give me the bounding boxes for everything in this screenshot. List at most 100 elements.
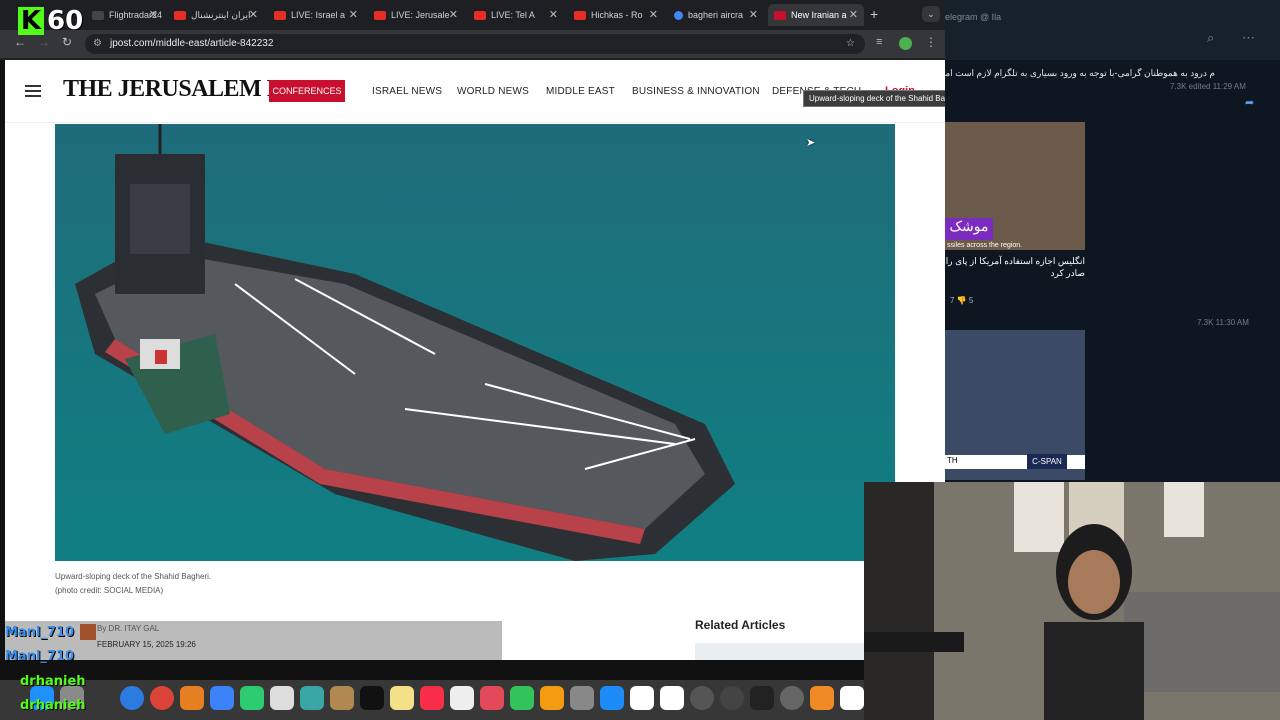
tab-live-jerusalem[interactable]: LIVE: Jerusale ✕ [368, 4, 464, 26]
profile-avatar[interactable] [899, 37, 912, 50]
app-store-icon[interactable] [600, 686, 624, 710]
aircraft-carrier-photo [55, 124, 895, 561]
article-page: THE JERUSALEM POST CONFERENCES ISRAEL NE… [5, 60, 945, 660]
youtube-icon [474, 10, 486, 20]
mainstage-icon[interactable] [720, 686, 744, 710]
kick-overlay: K 60 [18, 6, 90, 36]
nav-business-innovation[interactable]: BUSINESS & INNOVATION [632, 86, 760, 97]
youtube-icon [574, 10, 586, 20]
url-text: jpost.com/middle-east/article-842232 [110, 38, 274, 49]
author-name[interactable]: By DR. ITAY GAL [97, 621, 196, 637]
photos-icon[interactable] [180, 686, 204, 710]
address-bar: ← → ↻ ⚙ jpost.com/middle-east/article-84… [0, 30, 945, 58]
tab-hichkas[interactable]: Hichkas - Ro ✕ [568, 4, 664, 26]
cspan-logo: C-SPAN [1027, 454, 1067, 469]
chat-username: drhanieh [20, 698, 86, 713]
photo-credit: (photo credit: SOCIAL MEDIA) [55, 586, 164, 595]
close-tab-icon[interactable]: ✕ [749, 8, 758, 21]
tab-live-tel-aviv[interactable]: LIVE: Tel A ✕ [468, 4, 564, 26]
maps-icon[interactable] [300, 686, 324, 710]
related-article-card[interactable] [695, 643, 864, 660]
fl-studio-icon[interactable] [810, 686, 834, 710]
notion-calendar-icon[interactable] [660, 686, 684, 710]
mail-icon[interactable] [210, 686, 234, 710]
url-input[interactable]: ⚙ jpost.com/middle-east/article-842232 ☆ [85, 34, 865, 54]
google-icon [674, 10, 683, 20]
channel-title: elegram @ Ila [945, 12, 1002, 22]
capcut-icon[interactable] [840, 686, 864, 710]
close-tab-icon[interactable]: ✕ [449, 8, 458, 21]
reload-icon[interactable]: ↻ [62, 35, 72, 49]
chat-username: Manl_710 [5, 625, 75, 640]
mouse-cursor-icon: ➤ [806, 137, 816, 149]
bookmark-star-icon[interactable]: ☆ [846, 34, 855, 54]
message-meta: 7.3K 11:30 AM [1197, 318, 1249, 327]
youtube-icon [174, 10, 186, 20]
tab-jpost-active[interactable]: New Iranian a ✕ [768, 4, 864, 26]
telegram-panel: elegram @ Ila ⌕ ⋯ م درود به هموطنان گرام… [945, 0, 1280, 482]
youtube-icon [374, 10, 386, 20]
facetime-icon[interactable] [240, 686, 264, 710]
youtube-icon [274, 10, 286, 20]
tab-label: LIVE: Israel a [291, 10, 346, 20]
stickies-icon[interactable] [390, 686, 414, 710]
hamburger-menu-icon[interactable] [25, 85, 41, 97]
tab-strip: Flightradar24 ✕ ایران اینترنشنال ✕ LIVE: I… [0, 0, 945, 30]
kick-logo: K [18, 7, 44, 35]
back-icon[interactable]: ← [14, 35, 26, 49]
nav-israel-news[interactable]: ISRAEL NEWS [372, 86, 442, 97]
close-tab-icon[interactable]: ✕ [549, 8, 558, 21]
more-menu-icon[interactable]: ⋮ [925, 35, 937, 49]
streamer-webcam [864, 482, 1280, 720]
news-video-thumbnail[interactable]: موشک ssiles across the region. [945, 122, 1085, 250]
close-tab-icon[interactable]: ✕ [349, 8, 358, 21]
article-hero-image [55, 124, 895, 561]
close-tab-icon[interactable]: ✕ [249, 8, 258, 21]
tab-live-israel[interactable]: LIVE: Israel a ✕ [268, 4, 364, 26]
message-text[interactable]: انگلیس اجازه استفاده آمریکا از پای را صا… [945, 255, 1085, 279]
calendar-icon[interactable] [450, 686, 474, 710]
forward-icon[interactable]: ➦ [1245, 96, 1254, 109]
system-settings-icon[interactable] [570, 686, 594, 710]
notes-icon[interactable] [330, 686, 354, 710]
chat-username: drhanieh [20, 674, 86, 689]
pages-icon[interactable] [540, 686, 564, 710]
music-icon[interactable] [420, 686, 444, 710]
viewer-count: 60 [47, 6, 84, 36]
caption-text: Upward-sloping deck of the Shahid Bagher… [55, 572, 212, 581]
tab-label: LIVE: Tel A [491, 10, 535, 20]
thumbnail-label: موشک [945, 218, 993, 240]
new-tab-icon[interactable]: + [870, 6, 878, 22]
nav-middle-east[interactable]: MIDDLE EAST [546, 86, 615, 97]
forward-icon[interactable]: → [38, 35, 50, 49]
more-options-icon[interactable]: ⋯ [1242, 30, 1255, 46]
safari-icon[interactable] [120, 686, 144, 710]
cspan-video-thumbnail[interactable]: TH C-SPAN [945, 330, 1085, 480]
numbers-icon[interactable] [510, 686, 534, 710]
tab-bagheri-search[interactable]: bagheri aircra ✕ [668, 4, 764, 26]
chrome-icon[interactable] [150, 686, 174, 710]
obs-icon[interactable] [780, 686, 804, 710]
news-icon[interactable] [480, 686, 504, 710]
logic-icon[interactable] [690, 686, 714, 710]
search-icon[interactable]: ⌕ [1207, 30, 1214, 46]
media-control-icon[interactable]: ≡ [876, 36, 882, 48]
reactions[interactable]: 7 👎 5 [950, 296, 973, 305]
unity-icon[interactable] [750, 686, 774, 710]
tab-flightradar[interactable]: Flightradar24 ✕ [86, 4, 164, 26]
message-meta: 7.3K edited 11:29 AM [1170, 82, 1246, 91]
tab-iran-international[interactable]: ایران اینترنشنال ✕ [168, 4, 264, 26]
contacts-icon[interactable] [270, 686, 294, 710]
pinned-message[interactable]: م درود به هموطنان گرامی-با توجه به ورود … [945, 68, 1215, 79]
close-tab-icon[interactable]: ✕ [149, 8, 158, 21]
notion-icon[interactable] [630, 686, 654, 710]
site-info-icon[interactable]: ⚙ [93, 34, 102, 54]
conferences-button[interactable]: CONFERENCES [269, 80, 345, 102]
tab-label: Hichkas - Ro [591, 10, 643, 20]
byline: By DR. ITAY GAL FEBRUARY 15, 2025 19:26 [97, 621, 196, 653]
close-tab-icon[interactable]: ✕ [649, 8, 658, 21]
nav-world-news[interactable]: WORLD NEWS [457, 86, 529, 97]
close-tab-icon[interactable]: ✕ [849, 8, 858, 21]
apple-tv-icon[interactable] [360, 686, 384, 710]
tab-search-icon[interactable]: ⌄ [922, 6, 940, 22]
